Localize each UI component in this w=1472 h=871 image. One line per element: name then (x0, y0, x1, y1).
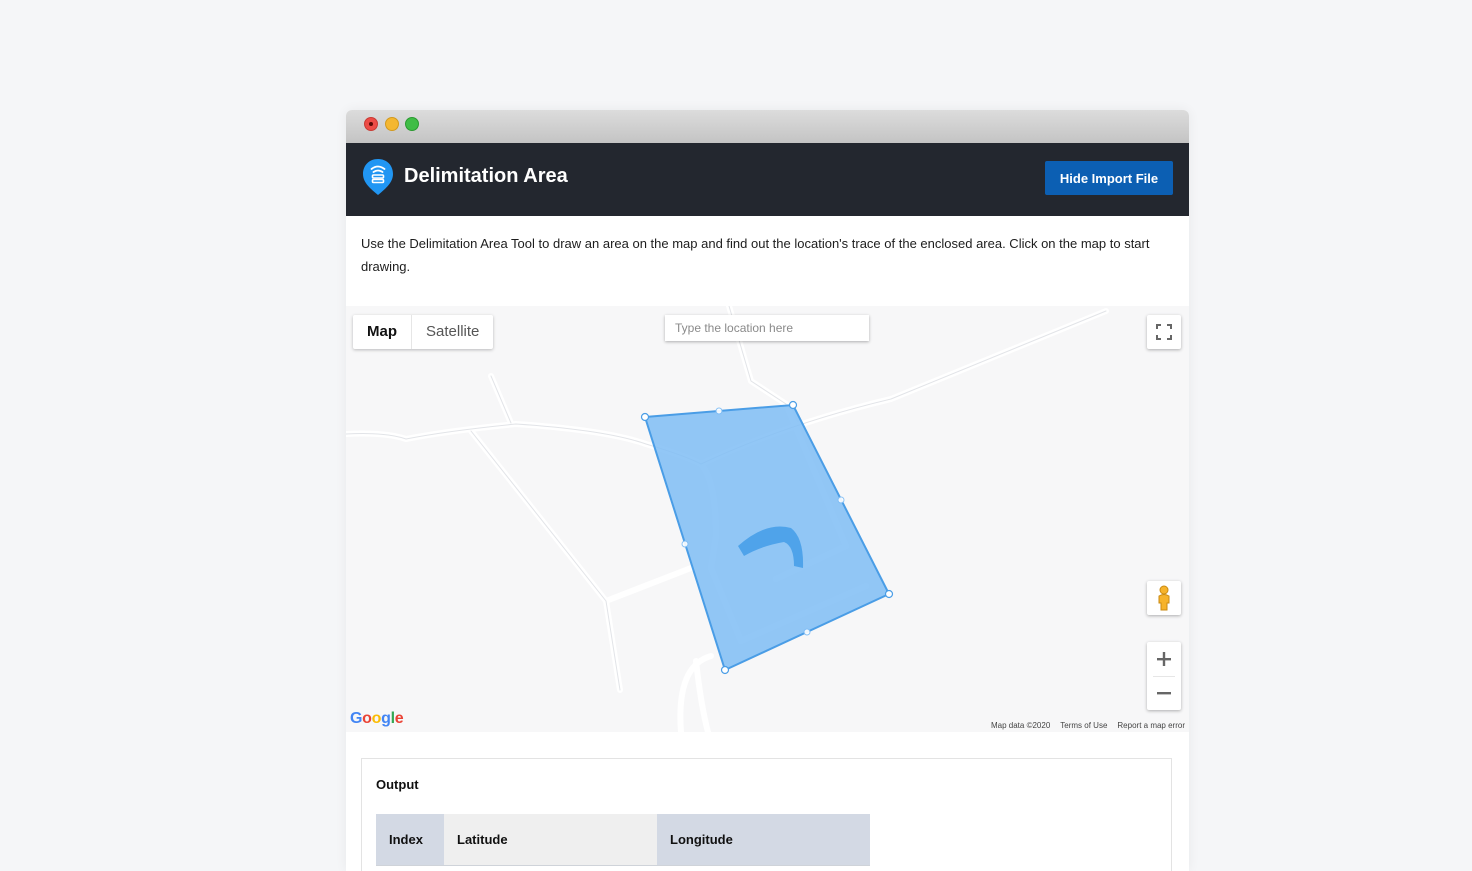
location-pin-icon (363, 159, 393, 195)
map-canvas[interactable]: Map Satellite Type the location here Goo… (346, 306, 1189, 732)
map-type-map-button[interactable]: Map (353, 315, 412, 349)
close-icon[interactable] (364, 117, 378, 131)
output-table: Index Latitude Longitude (376, 814, 870, 866)
street-view-pegman-icon (1158, 585, 1170, 611)
fullscreen-icon (1156, 324, 1172, 340)
hide-import-file-button[interactable]: Hide Import File (1045, 161, 1173, 195)
zoom-in-button[interactable] (1147, 642, 1181, 676)
column-header-latitude: Latitude (444, 814, 657, 866)
column-header-longitude: Longitude (657, 814, 870, 866)
map-data-credit: Map data ©2020 (991, 721, 1051, 730)
output-panel: Output Index Latitude Longitude (361, 758, 1172, 871)
map-roads (346, 306, 1109, 732)
app-header: Delimitation Area Hide Import File (346, 143, 1189, 216)
zoom-control (1147, 642, 1181, 710)
output-title: Output (376, 777, 419, 792)
map-type-satellite-button[interactable]: Satellite (412, 315, 493, 349)
minus-icon (1157, 692, 1171, 695)
minimize-icon[interactable] (385, 117, 399, 131)
instructions-text: Use the Delimitation Area Tool to draw a… (361, 236, 1150, 274)
map-type-control: Map Satellite (353, 315, 494, 349)
google-logo: Google (350, 710, 404, 727)
fullscreen-button[interactable] (1147, 315, 1181, 349)
column-header-index: Index (376, 814, 444, 866)
map-attribution: Map data ©2020 Terms of Use Report a map… (991, 721, 1185, 730)
street-view-button[interactable] (1147, 581, 1181, 615)
page-title: Delimitation Area (404, 165, 568, 187)
report-map-error-link[interactable]: Report a map error (1117, 721, 1185, 730)
zoom-out-button[interactable] (1147, 676, 1181, 710)
plus-icon (1157, 652, 1171, 666)
terms-of-use-link[interactable]: Terms of Use (1060, 721, 1107, 730)
window-titlebar (346, 110, 1189, 144)
location-search-input[interactable] (665, 315, 869, 341)
table-header-row: Index Latitude Longitude (376, 814, 870, 866)
maximize-icon[interactable] (405, 117, 419, 131)
app-window: Delimitation Area Hide Import File Use t… (346, 110, 1189, 871)
